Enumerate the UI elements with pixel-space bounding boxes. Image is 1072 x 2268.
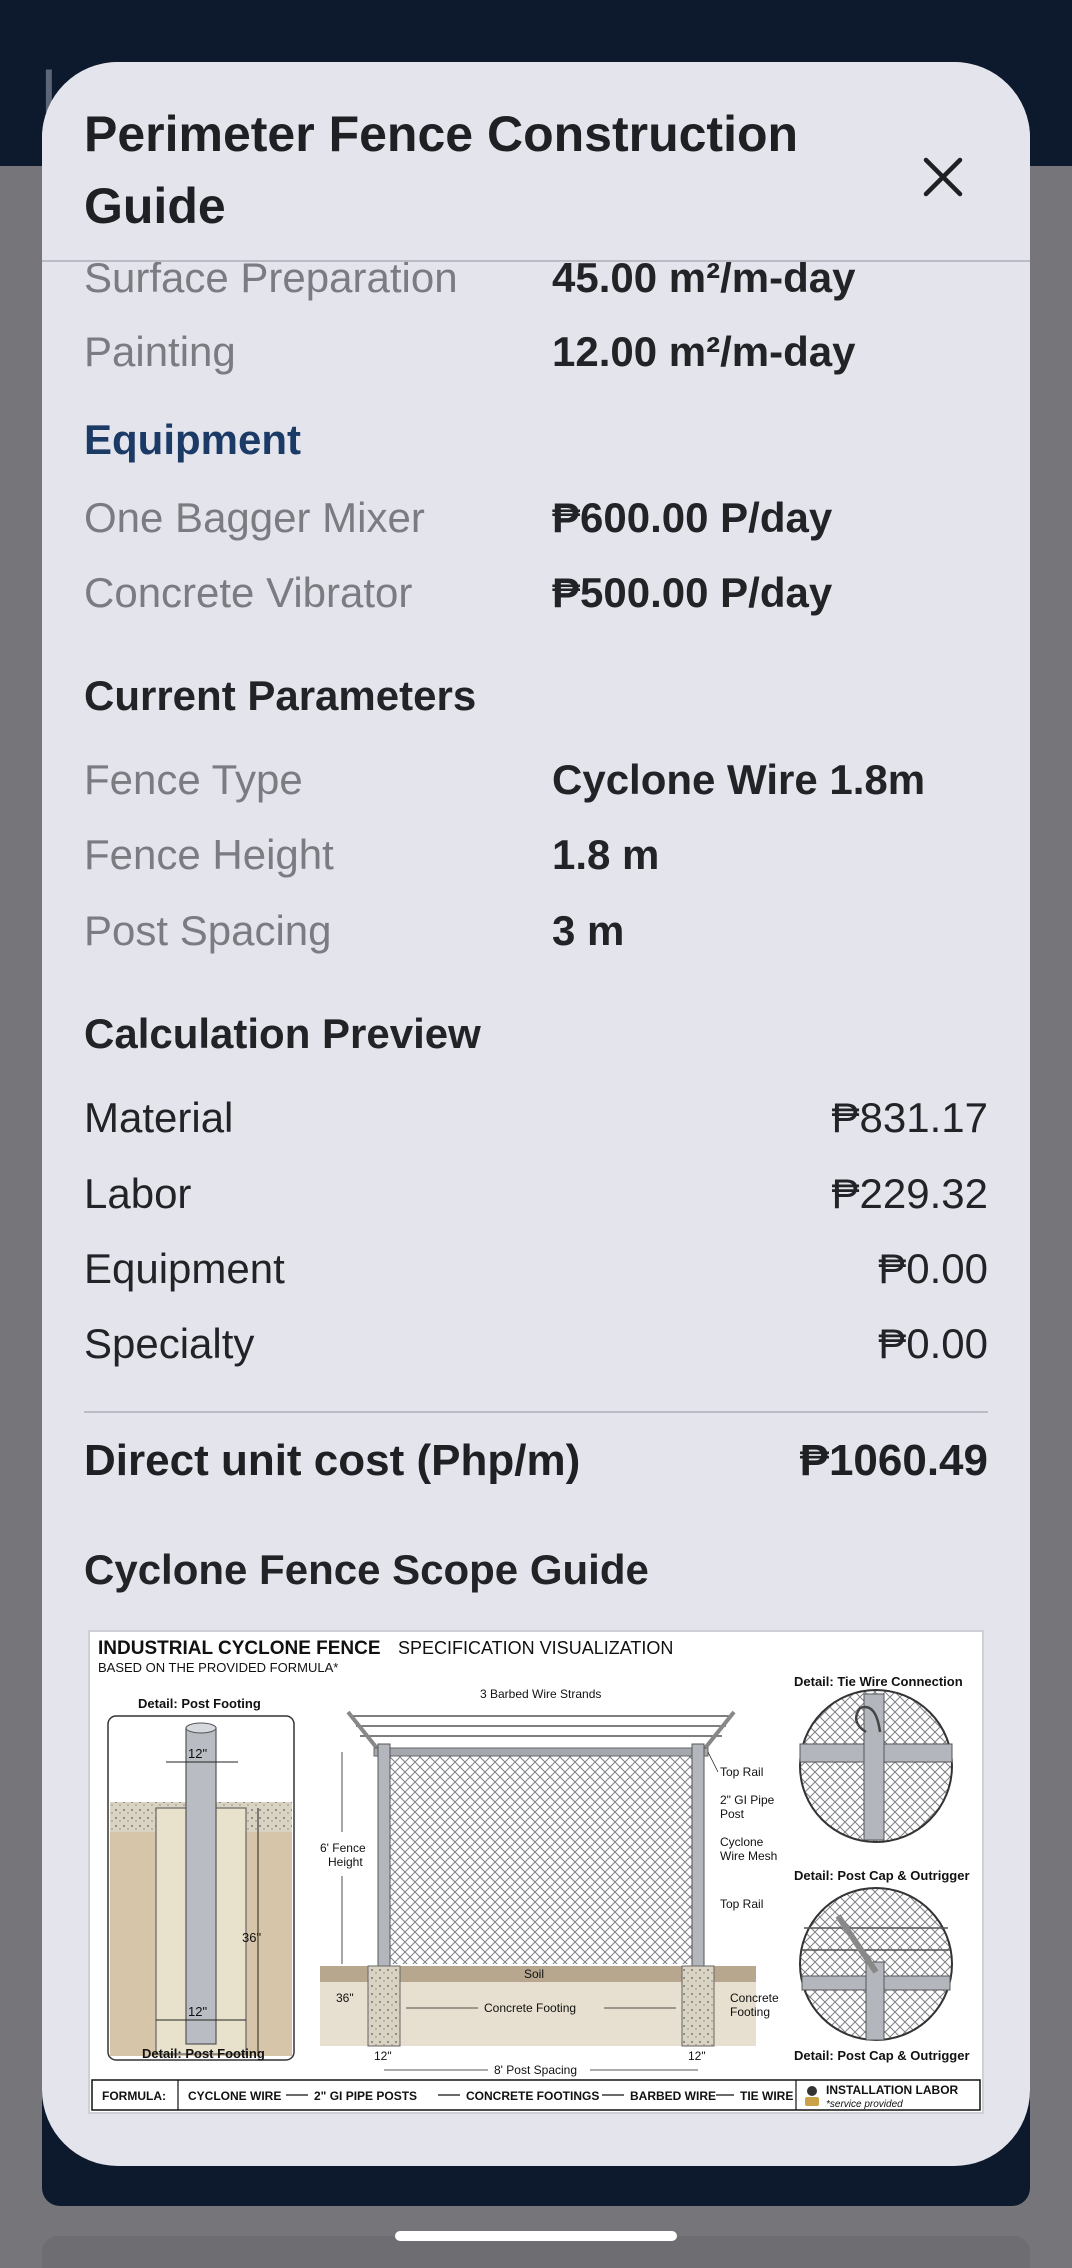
soil-label: Soil <box>524 1967 544 1981</box>
service-provided-label: *service provided <box>826 2099 903 2110</box>
total-divider <box>84 1411 988 1413</box>
post-spacing-label: 8' Post Spacing <box>494 2063 577 2077</box>
cyclone-wire-mesh <box>380 1752 702 1964</box>
close-button[interactable] <box>908 142 978 212</box>
close-icon <box>923 157 963 197</box>
gi-pipe-label-1: 2" GI Pipe <box>720 1793 775 1807</box>
formula-label: FORMULA: <box>102 2089 166 2103</box>
formula-item: BARBED WIRE <box>630 2089 716 2103</box>
fence-height-label-1: 6' Fence <box>320 1841 366 1855</box>
detail-tie-wire-label: Detail: Tie Wire Connection <box>794 1674 963 1689</box>
cost-value: ₱831.17 <box>831 1094 988 1141</box>
cost-label: Labor <box>84 1170 192 1217</box>
concrete-footing-left <box>367 1965 401 2047</box>
formula-item: 2" GI PIPE POSTS <box>314 2089 417 2103</box>
barbed-wire-label: 3 Barbed Wire Strands <box>480 1687 601 1701</box>
fence-height-label-2: Height <box>328 1855 363 1869</box>
home-indicator[interactable] <box>395 2231 677 2241</box>
cost-label: Material <box>84 1094 234 1141</box>
detail-post-footing-bottom-label: Detail: Post Footing <box>142 2046 265 2061</box>
dim-12-main-left: 12" <box>374 2049 392 2063</box>
concrete-footing-callout-2: Footing <box>730 2005 770 2019</box>
top-rail-label-2: Top Rail <box>720 1897 763 1911</box>
fence-guide-modal: Perimeter Fence Construction Guide Surfa… <box>42 62 1030 2166</box>
scope-guide-title: Cyclone Fence Scope Guide <box>84 1546 649 1593</box>
dim-12-top: 12" <box>188 1746 207 1761</box>
parameter-label: Fence Height <box>84 831 334 878</box>
modal-header: Perimeter Fence Construction Guide <box>42 62 1030 262</box>
concrete-footing-right <box>681 1965 715 2047</box>
equipment-label: Concrete Vibrator <box>84 569 413 616</box>
concrete-footing-callout-1: Concrete <box>730 1991 779 2005</box>
parameter-value: 1.8 m <box>552 831 660 878</box>
installation-labor-label: INSTALLATION LABOR <box>826 2083 959 2097</box>
outrigger-left <box>346 1710 382 1754</box>
formula-item: CYCLONE WIRE <box>188 2089 281 2103</box>
equipment-rate: ₱500.00 P/day <box>552 569 833 616</box>
productivity-label: Painting <box>84 328 236 375</box>
formula-item: TIE WIRE <box>740 2089 793 2103</box>
figure-heading-rest: SPECIFICATION VISUALIZATION <box>398 1638 673 1658</box>
cyclone-fence-spec-illustration: INDUSTRIAL CYCLONE FENCE SPECIFICATION V… <box>88 1630 984 2114</box>
cost-label: Specialty <box>84 1320 255 1367</box>
cost-value: ₱229.32 <box>831 1170 988 1217</box>
top-rail <box>373 1747 709 1757</box>
direct-unit-cost-value: ₱1060.49 <box>799 1436 988 1485</box>
dim-12-bottom: 12" <box>188 2004 207 2019</box>
cost-value: ₱0.00 <box>878 1245 988 1292</box>
parameter-value: Cyclone Wire 1.8m <box>552 756 926 803</box>
cost-value: ₱0.00 <box>878 1320 988 1367</box>
detail-post-footing-top-label: Detail: Post Footing <box>138 1696 261 1711</box>
parameter-label: Post Spacing <box>84 907 332 954</box>
cyclone-mesh-label-2: Wire Mesh <box>720 1849 777 1863</box>
cyclone-mesh-label-1: Cyclone <box>720 1835 764 1849</box>
dim-36-main: 36" <box>336 1991 354 2005</box>
cost-label: Equipment <box>84 1245 285 1292</box>
equipment-label: One Bagger Mixer <box>84 494 425 541</box>
productivity-value: 12.00 m²/m-day <box>552 328 856 375</box>
gi-pipe-label-2: Post <box>720 1807 745 1821</box>
dim-12-main-right: 12" <box>688 2049 706 2063</box>
dim-36: 36" <box>242 1930 261 1945</box>
figure-subheading: BASED ON THE PROVIDED FORMULA* <box>98 1660 338 1675</box>
detail-post-cap-label-bottom: Detail: Post Cap & Outrigger <box>794 2048 970 2063</box>
formula-item: CONCRETE FOOTINGS <box>466 2089 599 2103</box>
current-parameters-title: Current Parameters <box>84 672 477 719</box>
parameter-value: 3 m <box>552 907 625 954</box>
detail-post-cap-label-top: Detail: Post Cap & Outrigger <box>794 1868 970 1883</box>
calculation-preview-title: Calculation Preview <box>84 1010 481 1057</box>
top-rail-label: Top Rail <box>720 1765 763 1779</box>
spec-drawing: INDUSTRIAL CYCLONE FENCE SPECIFICATION V… <box>91 1638 981 2111</box>
parameter-label: Fence Type <box>84 756 303 803</box>
equipment-rate: ₱600.00 P/day <box>552 494 833 541</box>
figure-heading-bold: INDUSTRIAL CYCLONE FENCE <box>98 1638 381 1659</box>
equipment-section-title: Equipment <box>84 416 301 463</box>
direct-unit-cost-label: Direct unit cost (Php/m) <box>84 1436 581 1485</box>
outrigger-right <box>700 1710 736 1754</box>
post-pipe <box>185 1727 217 2045</box>
concrete-footing-label: Concrete Footing <box>484 2001 576 2015</box>
modal-title: Perimeter Fence Construction Guide <box>84 106 799 234</box>
